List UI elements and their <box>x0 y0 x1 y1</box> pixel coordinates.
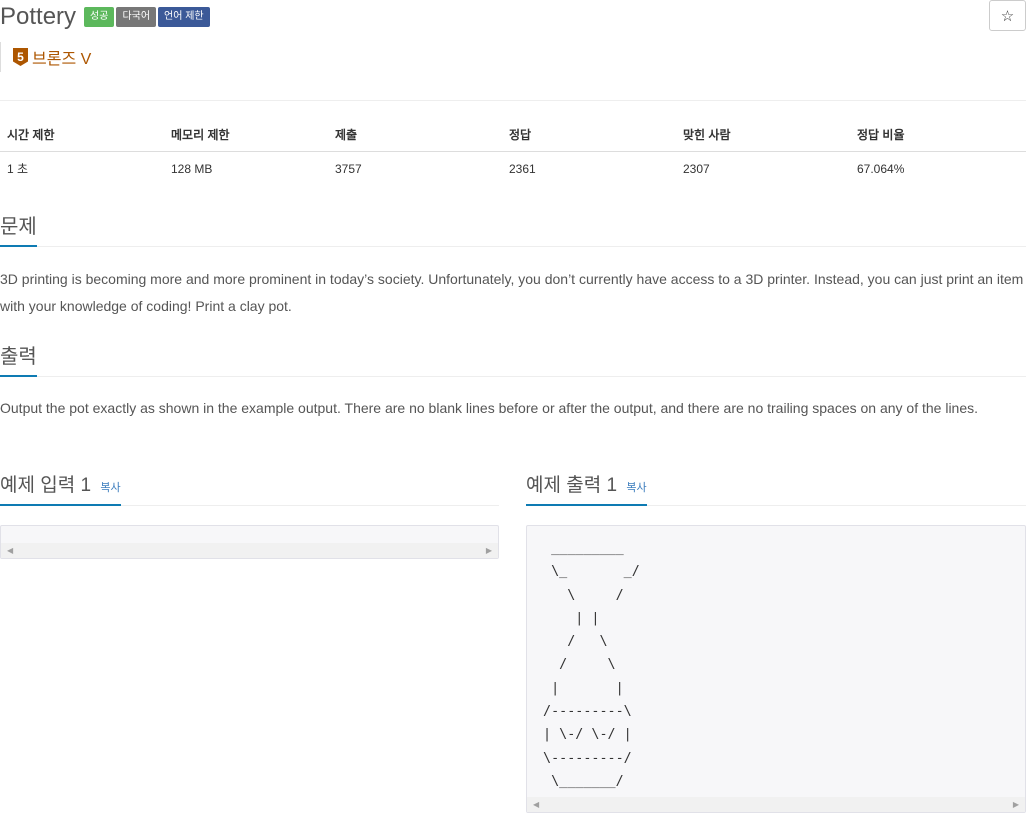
tier-label: 브론즈 V <box>32 51 92 68</box>
copy-input-button[interactable]: 복사 <box>100 482 120 494</box>
scroll-right-icon[interactable]: ▶ <box>486 546 492 555</box>
output-heading: 출력 <box>0 340 37 377</box>
input-horizontal-scrollbar[interactable]: ◀ ▶ <box>1 543 498 558</box>
copy-output-button[interactable]: 복사 <box>626 482 646 494</box>
value-memory-limit: 128 MB <box>171 161 213 176</box>
problem-title-row: Pottery 성공 다국어 언어 제한 <box>0 0 210 34</box>
label-language-limit[interactable]: 언어 제한 <box>158 7 210 27</box>
value-time-limit: 1 초 <box>7 162 29 176</box>
header-ratio: 정답 비율 <box>850 118 1026 152</box>
value-submissions[interactable]: 3757 <box>328 152 502 186</box>
divider <box>0 100 1026 101</box>
problem-tier[interactable]: 5 브론즈 V <box>0 42 91 72</box>
header-accepted: 정답 <box>502 118 676 152</box>
problem-description: 3D printing is becoming more and more pr… <box>0 271 1024 314</box>
scroll-right-icon[interactable]: ▶ <box>1013 800 1019 809</box>
problem-heading: 문제 <box>0 210 37 247</box>
output-section-header: 출력 <box>0 340 1026 377</box>
sample-output-title: 예제 출력 1 복사 <box>526 470 647 506</box>
info-value-row: 1 초 128 MB 3757 2361 2307 67.064% <box>0 152 1026 186</box>
sample-input-box[interactable]: ◀ ▶ <box>0 525 499 559</box>
scroll-left-icon[interactable]: ◀ <box>533 800 539 809</box>
problem-title: Pottery <box>0 3 77 30</box>
sample-input-header: 예제 입력 1 복사 <box>0 470 499 506</box>
problem-info-table: 시간 제한 메모리 제한 제출 정답 맞힌 사람 정답 비율 1 초 128 M… <box>0 118 1026 185</box>
output-horizontal-scrollbar[interactable]: ◀ ▶ <box>527 797 1025 812</box>
sample-input-heading: 예제 입력 1 <box>0 475 92 496</box>
output-description: Output the pot exactly as shown in the e… <box>0 400 979 416</box>
value-accepted[interactable]: 2361 <box>502 152 676 186</box>
sample-input-title: 예제 입력 1 복사 <box>0 470 121 506</box>
info-header-row: 시간 제한 메모리 제한 제출 정답 맞힌 사람 정답 비율 <box>0 118 1026 152</box>
header-time-limit: 시간 제한 <box>0 118 164 152</box>
scroll-left-icon[interactable]: ◀ <box>7 546 13 555</box>
value-solvers[interactable]: 2307 <box>676 152 850 186</box>
problem-section-header: 문제 <box>0 210 1026 247</box>
label-multilingual: 다국어 <box>116 7 157 27</box>
label-success: 성공 <box>84 7 115 27</box>
header-submissions: 제출 <box>328 118 502 152</box>
sample-output-text: _________ \_ _/ \ / | | / \ / \ | | /---… <box>543 541 640 789</box>
bronze-tier-icon: 5 <box>13 48 28 66</box>
star-icon: ☆ <box>1000 7 1015 25</box>
header-solvers: 맞힌 사람 <box>676 118 850 152</box>
sample-output-heading: 예제 출력 1 <box>526 475 618 496</box>
favorite-star-button[interactable]: ☆ <box>989 0 1026 31</box>
sample-output-box[interactable]: _________ \_ _/ \ / | | / \ / \ | | /---… <box>526 525 1026 813</box>
sample-output-header: 예제 출력 1 복사 <box>526 470 1026 506</box>
value-ratio: 67.064% <box>857 161 905 176</box>
header-memory-limit: 메모리 제한 <box>164 118 328 152</box>
